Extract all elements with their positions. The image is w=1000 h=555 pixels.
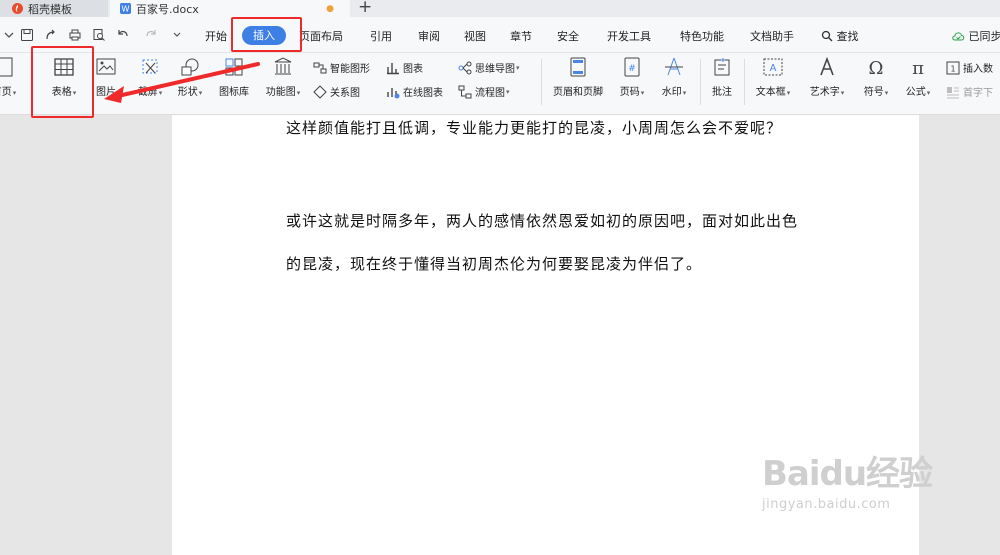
annotation-arrow-icon xyxy=(104,62,260,103)
wps-writer-window: 稻壳模板 W 百家号.docx ● + 开始 插入 页面布局 引用 审阅 视图 … xyxy=(0,0,1000,555)
